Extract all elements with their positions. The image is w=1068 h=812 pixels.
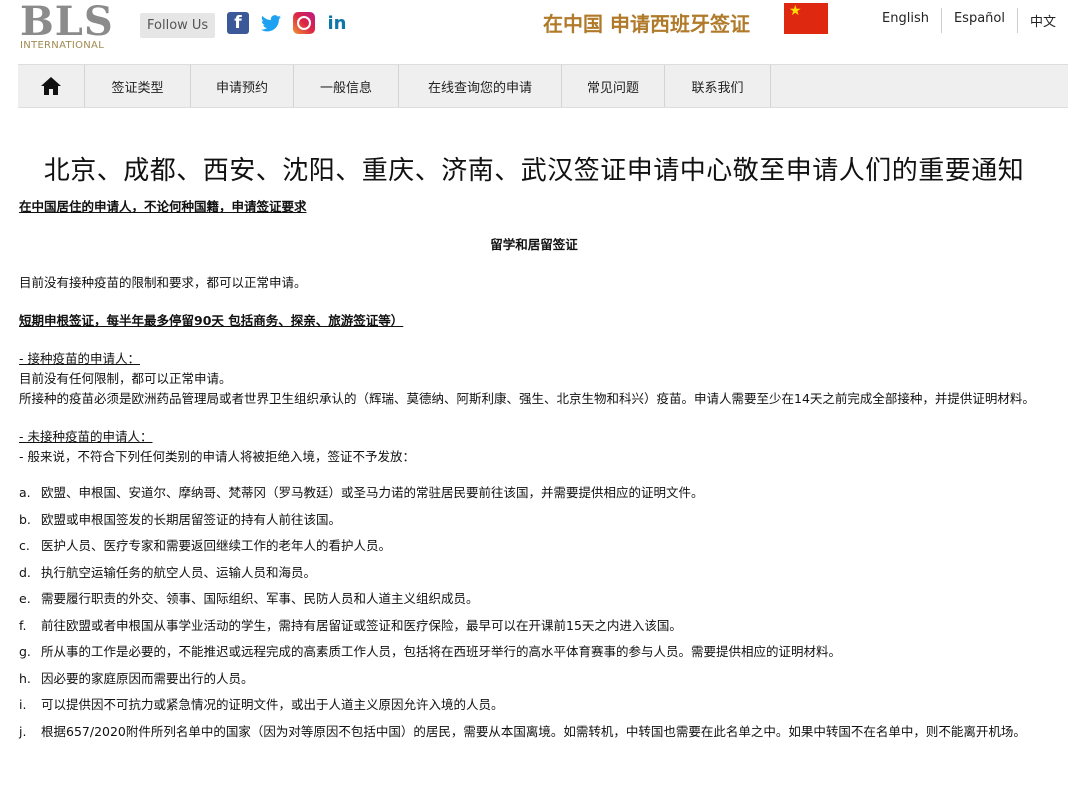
lang-chinese[interactable]: 中文 — [1016, 8, 1068, 33]
nav-faq[interactable]: 常见问题 — [562, 65, 665, 107]
list-item: b. 欧盟或申根国签发的长期居留签证的持有人前往该国。 — [19, 511, 342, 527]
list-item: a. 欧盟、申根国、安道尔、摩纳哥、梵蒂冈（罗马教廷）或圣马力诺的常驻居民要前往该… — [19, 485, 704, 500]
paragraph: 目前没有接种疫苗的限制和要求，都可以正常申请。 — [19, 275, 307, 290]
paragraph: 所接种的疫苗必须是欧洲药品管理局或者世界卫生组织承认的（辉瑞、莫德纳、阿斯利康、… — [19, 391, 1035, 406]
logo-brand-text: BLS — [20, 0, 114, 45]
follow-us-label: Follow Us — [140, 13, 216, 38]
list-item: g. 所从事的工作是必要的，不能推迟或远程完成的高素质工作人员，包括将在西班牙举行… — [19, 644, 842, 659]
nav-general-info[interactable]: 一般信息 — [294, 65, 399, 107]
top-bar: BLS INTERNATIONAL Follow Us f in 在中国 申请西… — [0, 0, 1068, 62]
list-item: h. 因必要的家庭原因而需要出行的人员。 — [19, 670, 254, 686]
lang-spanish[interactable]: Español — [940, 8, 1017, 33]
china-flag-icon: ★ — [784, 3, 828, 34]
twitter-icon[interactable] — [260, 12, 282, 34]
paragraph: - 般来说，不符合下列任何类别的申请人将被拒绝入境，签证不予发放： — [19, 449, 415, 464]
list-item: f. 前往欧盟或者申根国从事学业活动的学生，需持有居留证或签证和医疗保险，最早可以… — [19, 617, 682, 633]
site-title: 在中国 申请西班牙签证 — [543, 12, 750, 36]
instagram-icon[interactable] — [293, 12, 315, 34]
category-list: a. 欧盟、申根国、安道尔、摩纳哥、梵蒂冈（罗马教廷）或圣马力诺的常驻居民要前往该… — [19, 483, 1049, 742]
unvaccinated-title: - 未接种疫苗的申请人： — [19, 429, 153, 444]
language-switcher: English Español 中文 — [870, 8, 1068, 33]
home-icon — [41, 77, 61, 95]
bls-logo[interactable]: BLS INTERNATIONAL — [20, 0, 114, 54]
list-item: j. 根据657/2020附件所列名单中的国家（因为对等原因不包括中国）的居民，需… — [19, 723, 1026, 739]
section-title: 留学和居留签证 — [490, 237, 578, 252]
nav-appointment[interactable]: 申请预约 — [191, 65, 294, 107]
sub-heading: 在中国居住的申请人，不论何种国籍，申请签证要求 — [19, 199, 307, 214]
nav-visa-types[interactable]: 签证类型 — [85, 65, 191, 107]
short-stay-title: 短期申根签证，每半年最多停留90天 包括商务、探亲、旅游签证等） — [19, 313, 404, 328]
list-item: d. 执行航空运输任务的航空人员、运输人员和海员。 — [19, 564, 317, 580]
lang-english[interactable]: English — [870, 8, 941, 33]
linkedin-icon[interactable]: in — [326, 12, 348, 34]
list-item: i. 可以提供因不可抗力或紧急情况的证明文件，或出于人道主义原因允许入境的人员。 — [19, 697, 504, 712]
main-nav: 签证类型 申请预约 一般信息 在线查询您的申请 常见问题 联系我们 — [18, 64, 1068, 108]
vaccinated-title: - 接种疫苗的申请人： — [19, 351, 140, 366]
list-item: c. 医护人员、医疗专家和需要返回继续工作的老年人的看护人员。 — [19, 538, 392, 553]
nav-home[interactable] — [18, 65, 85, 107]
logo-sub-text: INTERNATIONAL — [20, 40, 105, 51]
main-content: 北京、成都、西安、沈阳、重庆、济南、武汉签证申请中心敬至申请人们的重要通知 在中… — [19, 150, 1049, 742]
list-item: e. 需要履行职责的外交、领事、国际组织、军事、民防人员和人道主义组织成员。 — [19, 591, 479, 606]
paragraph: 目前没有任何限制，都可以正常申请。 — [19, 371, 232, 386]
nav-track-application[interactable]: 在线查询您的申请 — [399, 65, 562, 107]
page-heading: 北京、成都、西安、沈阳、重庆、济南、武汉签证申请中心敬至申请人们的重要通知 — [43, 156, 1025, 186]
facebook-icon[interactable]: f — [227, 12, 249, 34]
nav-contact[interactable]: 联系我们 — [665, 65, 771, 107]
